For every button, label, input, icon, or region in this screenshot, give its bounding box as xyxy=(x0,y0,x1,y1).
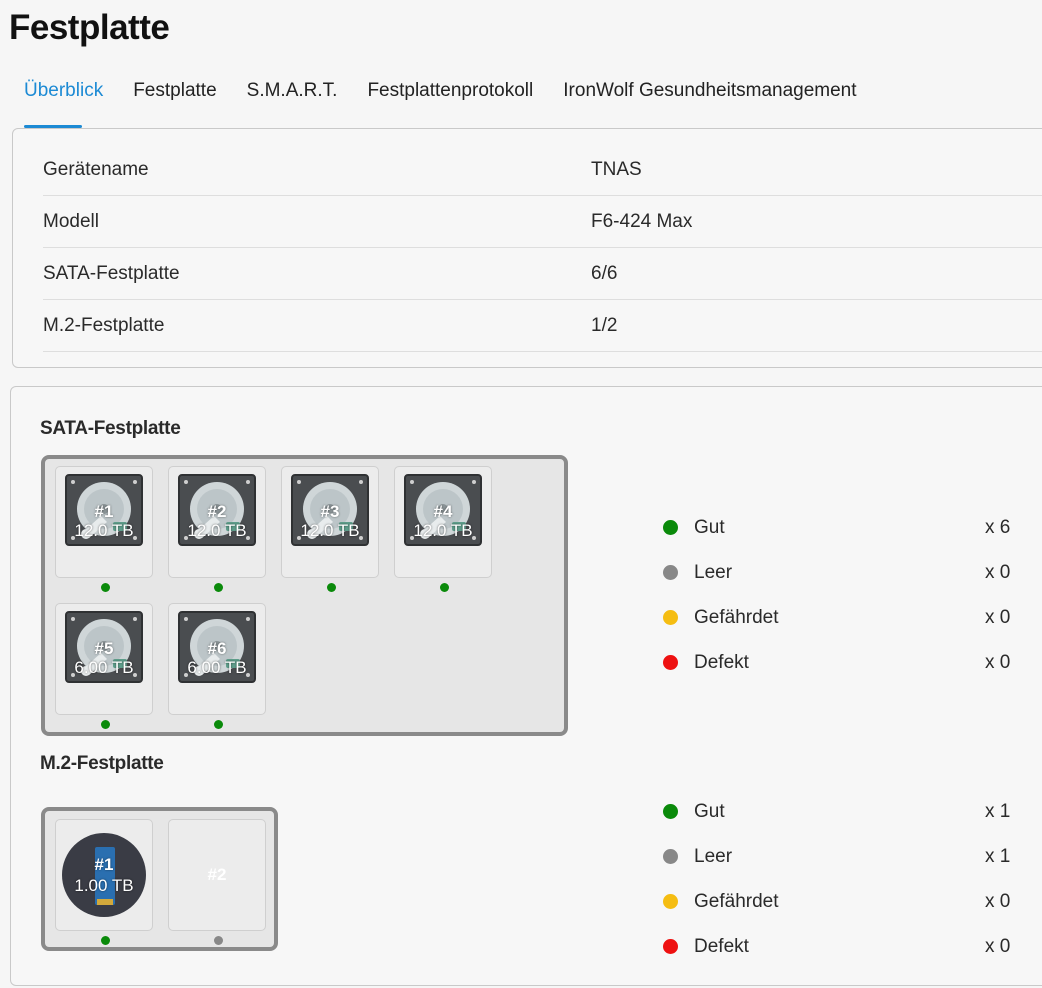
slot-capacity: 12.0 TB xyxy=(74,521,134,540)
slot-number: #3 xyxy=(320,502,340,521)
m2-slot-2[interactable]: #2 xyxy=(168,819,266,945)
legend-label: Gut xyxy=(694,801,725,822)
legend-count: x 6 xyxy=(985,517,1011,538)
m2-slot-1[interactable]: #1 1.00 TB xyxy=(55,819,153,945)
slot-number: #2 xyxy=(207,502,227,521)
slot-capacity: 6.00 TB xyxy=(187,658,247,677)
legend-count: x 0 xyxy=(985,607,1011,628)
slot-number: #5 xyxy=(94,639,114,658)
legend-count: x 0 xyxy=(985,562,1011,583)
legend-count: x 0 xyxy=(985,652,1011,673)
slot-number: #4 xyxy=(433,502,453,521)
sata-slot-2[interactable]: #2 12.0 TB xyxy=(168,466,266,592)
tab-ironwolf-health[interactable]: IronWolf Gesundheitsmanagement xyxy=(563,78,856,118)
slot-status-dot xyxy=(101,936,110,945)
info-label: Gerätename xyxy=(43,159,149,180)
tab-overview[interactable]: Überblick xyxy=(24,78,103,128)
legend-defect: Defekt x 0 xyxy=(663,652,1023,676)
sata-slot-3[interactable]: #3 12.0 TB xyxy=(281,466,379,592)
slot-capacity: 1.00 TB xyxy=(74,876,134,895)
slot-number: #1 xyxy=(94,855,114,874)
legend-empty: Leer x 0 xyxy=(663,562,1023,586)
info-value: TNAS xyxy=(591,159,642,180)
sata-bay-frame: #1 12.0 TB #2 12.0 TB #3 12.0 TB #4 12.0 TB #5 6.… xyxy=(41,455,568,736)
status-dot-empty xyxy=(663,565,678,580)
disk-status-card: SATA-Festplatte #1 12.0 TB #2 12.0 TB #3 12.0… xyxy=(10,386,1042,986)
slot-status-dot xyxy=(101,720,110,729)
info-label: SATA-Festplatte xyxy=(43,263,180,284)
legend-label: Gefährdet xyxy=(694,891,779,912)
info-value: 6/6 xyxy=(591,263,618,284)
info-row-device-name: Gerätename TNAS xyxy=(43,144,1042,196)
info-label: M.2-Festplatte xyxy=(43,315,165,336)
legend-label: Defekt xyxy=(694,652,749,673)
legend-warning: Gefährdet x 0 xyxy=(663,891,1023,915)
slot-status-dot xyxy=(214,720,223,729)
status-dot-defect xyxy=(663,655,678,670)
slot-capacity: 12.0 TB xyxy=(300,521,360,540)
legend-count: x 0 xyxy=(985,936,1011,957)
info-value: 1/2 xyxy=(591,315,618,336)
legend-defect: Defekt x 0 xyxy=(663,936,1023,960)
info-row-model: Modell F6-424 Max xyxy=(43,196,1042,248)
tab-bar: Überblick Festplatte S.M.A.R.T. Festplat… xyxy=(24,78,887,128)
info-label: Modell xyxy=(43,211,99,232)
slot-status-dot xyxy=(214,936,223,945)
m2-ssd-icon xyxy=(62,833,146,917)
legend-label: Leer xyxy=(694,562,733,583)
slot-number: #1 xyxy=(94,502,114,521)
slot-capacity: 12.0 TB xyxy=(413,521,473,540)
legend-warning: Gefährdet x 0 xyxy=(663,607,1023,631)
m2-bay-frame: #1 1.00 TB #2 xyxy=(41,807,278,951)
device-info-card: Gerätename TNAS Modell F6-424 Max SATA-F… xyxy=(12,128,1042,368)
legend-count: x 1 xyxy=(985,801,1011,822)
sata-slot-4[interactable]: #4 12.0 TB xyxy=(394,466,492,592)
slot-capacity: 6.00 TB xyxy=(74,658,134,677)
slot-status-dot xyxy=(101,583,110,592)
slot-number: #6 xyxy=(207,639,227,658)
tab-smart[interactable]: S.M.A.R.T. xyxy=(247,78,338,118)
legend-good: Gut x 6 xyxy=(663,517,1023,541)
sata-slot-6[interactable]: #6 6.00 TB xyxy=(168,603,266,729)
m2-section-title: M.2-Festplatte xyxy=(40,753,164,774)
slot-status-dot xyxy=(214,583,223,592)
page-title: Festplatte xyxy=(9,8,170,47)
legend-empty: Leer x 1 xyxy=(663,846,1023,870)
slot-status-dot xyxy=(327,583,336,592)
status-dot-defect xyxy=(663,939,678,954)
status-dot-warning xyxy=(663,894,678,909)
legend-count: x 0 xyxy=(985,891,1011,912)
slot-capacity: 12.0 TB xyxy=(187,521,247,540)
status-dot-empty xyxy=(663,849,678,864)
legend-label: Gut xyxy=(694,517,725,538)
tab-disk[interactable]: Festplatte xyxy=(133,78,216,118)
slot-number: #2 xyxy=(207,865,227,884)
info-value: F6-424 Max xyxy=(591,211,693,232)
info-row-sata: SATA-Festplatte 6/6 xyxy=(43,248,1042,300)
legend-count: x 1 xyxy=(985,846,1011,867)
status-dot-warning xyxy=(663,610,678,625)
status-dot-good xyxy=(663,520,678,535)
tab-disk-log[interactable]: Festplattenprotokoll xyxy=(367,78,533,118)
info-row-m2: M.2-Festplatte 1/2 xyxy=(43,300,1042,352)
legend-label: Defekt xyxy=(694,936,749,957)
sata-slot-1[interactable]: #1 12.0 TB xyxy=(55,466,153,592)
sata-slot-5[interactable]: #5 6.00 TB xyxy=(55,603,153,729)
slot-status-dot xyxy=(440,583,449,592)
status-dot-good xyxy=(663,804,678,819)
sata-section-title: SATA-Festplatte xyxy=(40,418,181,439)
legend-good: Gut x 1 xyxy=(663,801,1023,825)
legend-label: Gefährdet xyxy=(694,607,779,628)
legend-label: Leer xyxy=(694,846,733,867)
